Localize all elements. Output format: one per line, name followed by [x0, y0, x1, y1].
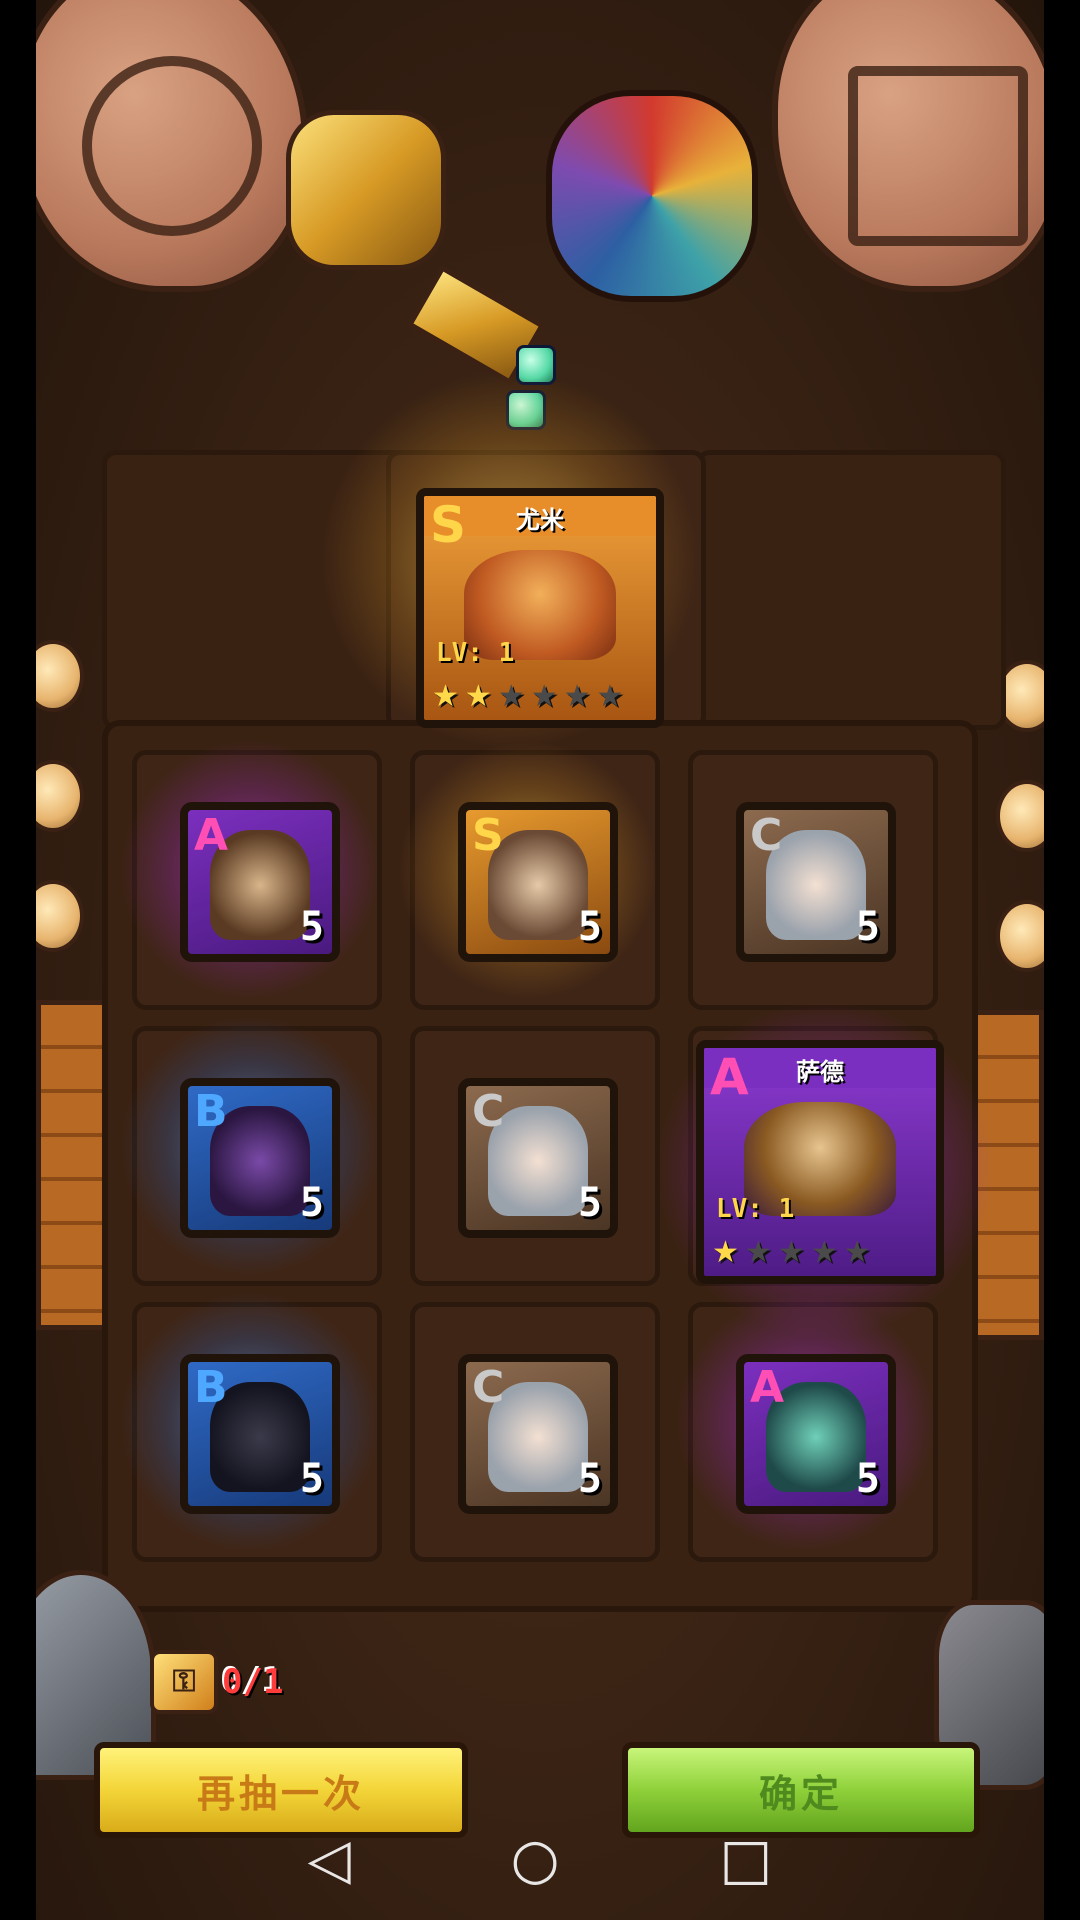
ticket-count: 0/1	[222, 1662, 284, 1702]
grade-badge: A	[194, 810, 229, 861]
shard-count: 5	[299, 1180, 324, 1226]
hero-card[interactable]: C 5	[736, 802, 896, 962]
coin-icon	[996, 780, 1044, 852]
shard-count: 5	[577, 1180, 602, 1226]
hero-card[interactable]: B 5	[180, 1354, 340, 1514]
star-filled-icon: ★	[464, 679, 492, 714]
star-empty-icon: ★	[563, 679, 591, 714]
star-empty-icon: ★	[777, 1235, 805, 1270]
star-empty-icon: ★	[843, 1235, 871, 1270]
star-empty-icon: ★	[810, 1235, 838, 1270]
right-shelf	[696, 450, 1006, 730]
hero-card[interactable]: S 5	[458, 802, 618, 962]
grade-badge: C	[750, 810, 783, 861]
hero-card-yumi[interactable]: S 尤米 LV: 1 ★ ★ ★ ★ ★ ★	[416, 488, 664, 728]
coin-icon	[36, 760, 84, 832]
grade-badge: A	[750, 1362, 785, 1413]
gold-mask-art	[286, 110, 446, 270]
star-rating: ★ ★ ★ ★ ★	[712, 1236, 871, 1270]
star-empty-icon: ★	[530, 679, 558, 714]
shard-count: 5	[299, 904, 324, 950]
hero-level: LV: 1	[716, 1194, 795, 1224]
grade-badge: C	[472, 1362, 505, 1413]
rooster-art	[546, 90, 758, 302]
star-rating: ★ ★ ★ ★ ★ ★	[432, 680, 623, 714]
shard-count: 5	[855, 904, 880, 950]
hero-card[interactable]: A 5	[736, 1354, 896, 1514]
game-scene: S 尤米 LV: 1 ★ ★ ★ ★ ★ ★ A 5 S 5 C 5 B 5 C 5 A …	[36, 0, 1044, 1920]
left-hand-art	[36, 0, 308, 292]
right-hand-art	[772, 0, 1044, 292]
shard-count: 5	[299, 1456, 324, 1502]
shard-count: 5	[577, 1456, 602, 1502]
back-icon[interactable]: ◁	[308, 1832, 351, 1888]
hero-card[interactable]: A 5	[180, 802, 340, 962]
draw-ticket-counter: ⚿ 0/1	[150, 1650, 283, 1714]
grade-badge: S	[472, 810, 504, 861]
star-filled-icon: ★	[712, 1235, 739, 1270]
coin-icon	[996, 900, 1044, 972]
hero-card[interactable]: C 5	[458, 1354, 618, 1514]
star-empty-icon: ★	[596, 679, 624, 714]
system-nav-bar: ◁ ○ □	[0, 1800, 1080, 1920]
coin-icon	[36, 880, 84, 952]
shard-count: 5	[577, 904, 602, 950]
hero-level: LV: 1	[436, 638, 515, 668]
home-icon[interactable]: ○	[511, 1832, 560, 1888]
hero-name: 尤米	[516, 506, 564, 534]
star-empty-icon: ★	[497, 679, 525, 714]
hero-name: 萨德	[796, 1058, 844, 1086]
hero-card[interactable]: B 5	[180, 1078, 340, 1238]
coin-icon	[36, 640, 84, 712]
grade-badge: B	[194, 1086, 228, 1137]
star-filled-icon: ★	[432, 679, 459, 714]
star-empty-icon: ★	[744, 1235, 772, 1270]
ticket-icon: ⚿	[150, 1650, 218, 1714]
shard-count: 5	[855, 1456, 880, 1502]
hero-card-sade[interactable]: A 萨德 LV: 1 ★ ★ ★ ★ ★	[696, 1040, 944, 1284]
grade-badge: C	[472, 1086, 505, 1137]
grade-badge: B	[194, 1362, 228, 1413]
hero-card[interactable]: C 5	[458, 1078, 618, 1238]
recent-apps-icon[interactable]: □	[720, 1832, 773, 1888]
